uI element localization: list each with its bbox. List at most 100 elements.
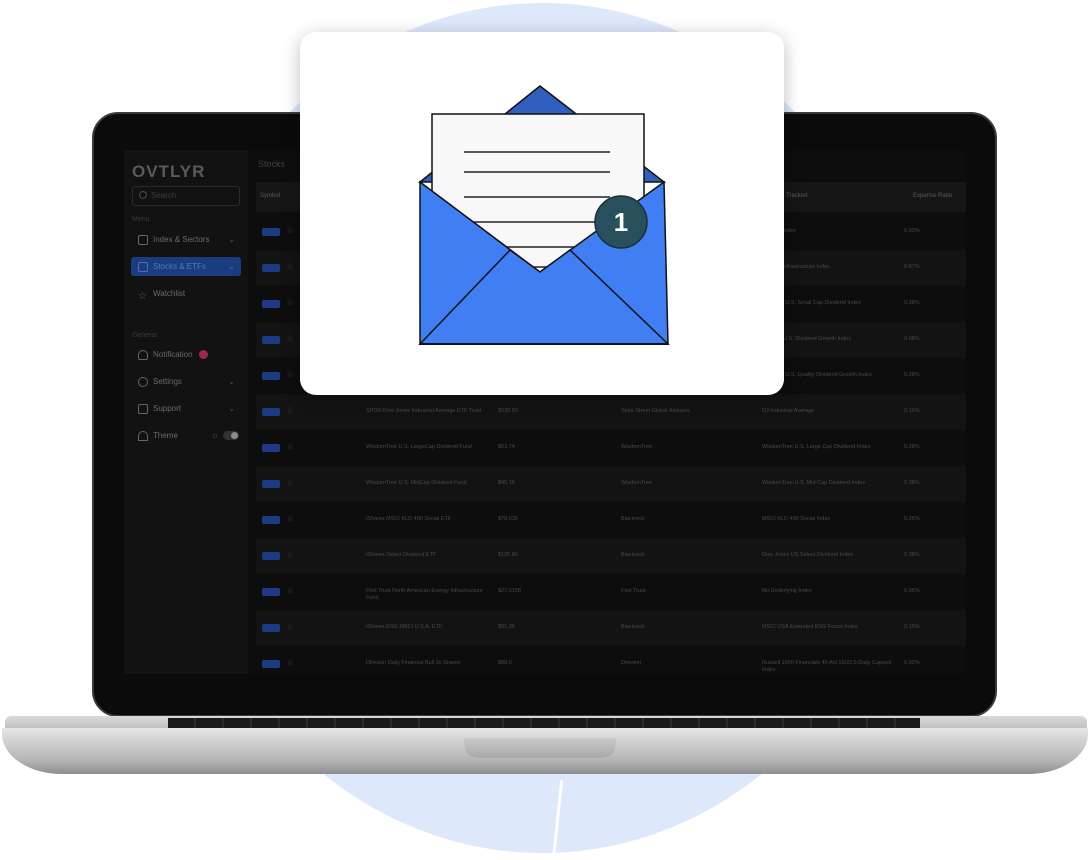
fund-name-cell: WisdomTree U.S. MidCap Dividend Fund (366, 480, 467, 486)
chevron-down-icon: ⌄ (228, 377, 235, 386)
star-icon[interactable]: ☆ (286, 369, 294, 380)
symbol-badge[interactable] (262, 444, 280, 452)
index-cell: Russell 1000 Financials 40 Act 15/22.5 D… (762, 660, 892, 673)
fund-name-cell: WisdomTree U.S. LargeCap Dividend Fund (366, 444, 472, 450)
star-icon[interactable]: ☆ (286, 225, 294, 236)
general-section-label: General (132, 332, 157, 339)
table-row[interactable]: ☆ SPDR Dow Jones Industrial Average ETF T… (256, 394, 966, 430)
gear-icon (138, 377, 148, 387)
index-cell: No Underlying Index (762, 588, 812, 594)
price-cell: $27.0198 (498, 588, 521, 594)
symbol-badge[interactable] (262, 408, 280, 416)
table-row[interactable]: ☆ iShares Select Dividend ETF $125.86 Black… (256, 538, 966, 574)
symbol-badge[interactable] (262, 300, 280, 308)
expense-ratio-cell: 0.15% (904, 624, 920, 630)
sidebar-item-theme[interactable]: Theme ☼ (131, 426, 241, 445)
symbol-badge[interactable] (262, 588, 280, 596)
star-icon[interactable]: ☆ (286, 621, 294, 632)
issuer-cell: Blackrock (621, 624, 645, 630)
table-row[interactable]: ☆ WisdomTree U.S. LargeCap Dividend Fund $… (256, 430, 966, 466)
table-row[interactable]: ☆ First Trust North American Energy Infra… (256, 574, 966, 610)
star-icon[interactable]: ☆ (286, 513, 294, 524)
expense-ratio-cell: 0.87% (904, 264, 920, 270)
index-cell: WisdomTree U.S. Mid Cap Dividend Index (762, 480, 866, 486)
page-title: Stocks (258, 159, 286, 169)
notification-badge (198, 350, 208, 360)
star-icon[interactable]: ☆ (286, 333, 294, 344)
chevron-down-icon: ⌄ (228, 235, 235, 244)
sidebar-item-label: Theme (153, 431, 178, 440)
symbol-badge[interactable] (262, 264, 280, 272)
sidebar-item-label: Settings (153, 377, 182, 386)
table-row[interactable]: ☆ iShares ESG MSCI U.S.A. ETF $91.36 Blackr… (256, 610, 966, 646)
table-row[interactable]: ☆ WisdomTree U.S. MidCap Dividend Fund $45… (256, 466, 966, 502)
expense-ratio-cell: 0.16% (904, 408, 920, 414)
price-cell: $339.59 (498, 408, 518, 414)
sidebar-item-settings[interactable]: Settings ⌄ (131, 372, 241, 391)
issuer-cell: State Street Global Advisors (621, 408, 690, 414)
issuer-cell: Blackrock (621, 516, 645, 522)
header-tracked: Tracked (786, 193, 808, 199)
star-icon[interactable]: ☆ (286, 549, 294, 560)
search-icon (139, 191, 147, 199)
issuer-cell: WisdomTree (621, 480, 652, 486)
expense-ratio-cell: 0.38% (904, 480, 920, 486)
price-cell: $88.6 (498, 660, 512, 666)
expense-ratio-cell: 0.08% (904, 336, 920, 342)
symbol-badge[interactable] (262, 372, 280, 380)
star-icon[interactable]: ☆ (286, 405, 294, 416)
chevron-down-icon: ⌄ (228, 404, 235, 413)
table-row[interactable]: ☆ Direxion Daily Financial Bull 3x Shares… (256, 646, 966, 674)
fund-name-cell: iShares ESG MSCI U.S.A. ETF (366, 624, 443, 630)
header-symbol: Symbol (260, 193, 281, 199)
symbol-badge[interactable] (262, 624, 280, 632)
fund-name-cell: SPDR Dow Jones Industrial Average ETF Tr… (366, 408, 482, 414)
symbol-badge[interactable] (262, 516, 280, 524)
star-icon[interactable]: ☆ (286, 261, 294, 272)
price-cell: $78.635 (498, 516, 518, 522)
expense-ratio-cell: 0.28% (904, 444, 920, 450)
envelope-icon: 1 (417, 85, 670, 346)
index-cell: MSCI USA Extended ESG Focus Index (762, 624, 858, 630)
bell-icon (138, 350, 148, 360)
sidebar-item-support[interactable]: Support ⌄ (131, 399, 241, 418)
star-icon[interactable]: ☆ (286, 477, 294, 488)
star-icon[interactable]: ☆ (286, 657, 294, 668)
expense-ratio-cell: 0.38% (904, 552, 920, 558)
symbol-badge[interactable] (262, 228, 280, 236)
symbol-badge[interactable] (262, 480, 280, 488)
fund-name-cell: Direxion Daily Financial Bull 3x Shares (366, 660, 461, 666)
chevron-down-icon: ⌄ (228, 262, 235, 271)
sidebar-item-watchlist[interactable]: ☆ Watchlist (131, 284, 241, 303)
sidebar-item-index-sectors[interactable]: Index & Sectors ⌄ (131, 230, 241, 249)
symbol-badge[interactable] (262, 552, 280, 560)
star-icon[interactable]: ☆ (286, 297, 294, 308)
issuer-cell: Blackrock (621, 552, 645, 558)
expense-ratio-cell: 0.38% (904, 300, 920, 306)
sidebar-item-label: Stocks & ETFs (153, 262, 206, 271)
theme-toggle[interactable] (223, 431, 239, 440)
sidebar-item-stocks-etfs[interactable]: Stocks & ETFs ⌄ (131, 257, 241, 276)
symbol-badge[interactable] (262, 660, 280, 668)
symbol-badge[interactable] (262, 336, 280, 344)
table-row[interactable]: ☆ iShares MSCI KLD 400 Social ETF $78.635 B… (256, 502, 966, 538)
issuer-cell: First Trust (621, 588, 646, 594)
sidebar-item-label: Support (153, 404, 182, 413)
index-cell: Dow Jones US Select Dividend Index (762, 552, 854, 558)
issuer-cell: Direxion (621, 660, 642, 666)
search-input[interactable]: Search (132, 186, 240, 206)
star-icon[interactable]: ☆ (286, 441, 294, 452)
header-expense-ratio: Expense Ratio (913, 193, 953, 199)
sidebar-item-label: Notification (153, 350, 193, 359)
support-icon (138, 404, 148, 414)
expense-ratio-cell: 0.95% (904, 588, 920, 594)
fund-name-cell: iShares MSCI KLD 400 Social ETF (366, 516, 452, 522)
sidebar-item-notification[interactable]: Notification (131, 345, 241, 364)
star-icon[interactable]: ☆ (286, 585, 294, 596)
app-logo: OVTLYR (132, 162, 206, 181)
index-cell: WisdomTree U.S. Large Cap Dividend Index (762, 444, 871, 450)
sidebar: OVTLYR Search Menu Index & Sectors ⌄ Sto… (124, 150, 248, 674)
price-cell: $45.18 (498, 480, 515, 486)
price-cell: $91.36 (498, 624, 515, 630)
search-placeholder: Search (151, 191, 177, 200)
